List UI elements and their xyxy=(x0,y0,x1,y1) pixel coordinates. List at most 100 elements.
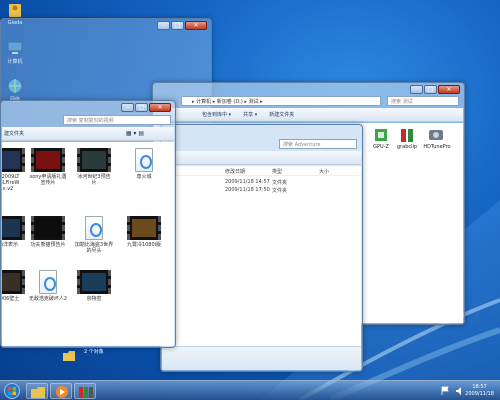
search-input[interactable]: 搜索 Adventure xyxy=(279,139,357,149)
address-text: ▸ 计算机 ▸ 新加卷 (D:) ▸ 测试 ▸ xyxy=(192,98,263,105)
list-item[interactable]: 2009/11/18 14:57 文件夹 xyxy=(162,178,361,186)
window-controls: – □ ✕ xyxy=(121,103,171,112)
close-button[interactable]: ✕ xyxy=(149,103,171,112)
app-item[interactable] xyxy=(372,127,390,145)
media-player-icon xyxy=(56,386,68,398)
video-thumbnail-icon xyxy=(31,216,65,240)
user-folder-icon xyxy=(9,4,21,17)
command-bar: 建文件夹 ▦ ▾ ▤ xyxy=(2,127,174,141)
thumbnail-item[interactable]: 尊火城 xyxy=(124,148,164,180)
thumbnail-label: sony申请版礼遇 宣传片 xyxy=(29,174,67,186)
thumbnail-item[interactable]: 无敌浩克破坏人2 xyxy=(28,270,68,302)
command-bar xyxy=(162,151,361,165)
explorer-window-front[interactable]: – □ ✕ 搜索 复制复刻的视频 建文件夹 ▦ ▾ ▤ A-2009LT 03L… xyxy=(0,100,176,348)
row-date: 2009/11/18 17:50 xyxy=(225,187,270,193)
volume-icon[interactable] xyxy=(455,386,465,396)
status-text: 2 个对象 xyxy=(84,349,104,355)
include-library-button[interactable]: 包含到库中 ▾ xyxy=(202,111,231,118)
thumbnail-item[interactable]: A-2009LT 03LFireW x.v2 xyxy=(2,148,28,192)
column-header-type[interactable]: 类型 xyxy=(272,168,319,175)
video-thumbnail-icon xyxy=(31,148,65,172)
taskbar-film-button[interactable] xyxy=(74,383,96,399)
app-item[interactable] xyxy=(425,127,447,145)
clock-time: 18:57 xyxy=(472,384,487,390)
command-bar: 包含到库中 ▾ 共享 ▾ 新建文件夹 xyxy=(154,108,463,122)
search-placeholder: 搜索 Adventure xyxy=(283,141,321,148)
thumbnail-label: 海洋表示 xyxy=(2,242,18,248)
thumbnail-item[interactable]: 功夫熊猫预告片 xyxy=(28,216,68,248)
thumbnail-label: 京特密 xyxy=(86,296,102,302)
hdtune-icon xyxy=(429,130,443,140)
address-bar[interactable]: ▸ 计算机 ▸ 新加卷 (D:) ▸ 测试 ▸ xyxy=(181,96,381,106)
video-thumbnail-icon xyxy=(77,148,111,172)
clock[interactable]: 18:57 2009/11/18 xyxy=(465,384,494,398)
app-item[interactable] xyxy=(398,127,416,145)
thumbnail-item[interactable]: sony申请版礼遇 宣传片 xyxy=(28,148,68,186)
thumbnail-item[interactable]: 3006壁士 xyxy=(2,270,28,302)
thumbnail-label: 3006壁士 xyxy=(2,296,20,302)
film-strip-icon xyxy=(79,387,93,398)
thumbnail-label: 尊火城 xyxy=(136,174,152,180)
thumbnail-label: 九霄冷1080i版 xyxy=(126,242,162,248)
share-button[interactable]: 共享 ▾ xyxy=(243,111,257,118)
thumbnail-label: 无敌浩克破坏人2 xyxy=(28,296,68,302)
row-type: 文件夹 xyxy=(272,179,288,186)
thumbnail-item[interactable]: 九霄冷1080i版 xyxy=(124,216,164,248)
grabclip-icon xyxy=(401,129,413,142)
window-controls: – □ ✕ xyxy=(157,21,207,30)
folder-icon xyxy=(63,351,75,361)
new-folder-button[interactable]: 新建文件夹 xyxy=(269,111,294,118)
search-input[interactable]: 搜索 测试 xyxy=(387,96,459,106)
gpuz-icon xyxy=(375,129,387,141)
new-folder-button[interactable]: 建文件夹 xyxy=(4,130,24,137)
thumbnail-area: A-2009LT 03LFireW x.v2 sony申请版礼遇 宣传片冰河世纪3… xyxy=(2,142,174,346)
video-thumbnail-icon xyxy=(2,148,25,172)
search-input[interactable]: 搜索 复制复刻的视频 xyxy=(63,115,171,125)
video-thumbnail-icon xyxy=(77,270,111,294)
app-label: HDTunePro xyxy=(423,144,451,150)
video-thumbnail-icon xyxy=(2,216,25,240)
media-file-icon xyxy=(135,148,153,172)
taskbar: 18:57 2009/11/18 xyxy=(0,380,500,400)
column-header-size[interactable]: 大小 xyxy=(319,168,329,175)
thumbnail-label: A-2009LT 03LFireW x.v2 xyxy=(2,174,20,192)
thumbnail-item[interactable]: 冰河世纪3预告 片 xyxy=(74,148,114,186)
maximize-button[interactable]: □ xyxy=(171,21,184,30)
thumbnail-item[interactable]: 京特密 xyxy=(74,270,114,302)
view-options-icon[interactable]: ▦ ▾ ▤ xyxy=(126,130,144,137)
column-header-date[interactable]: 修改日期 xyxy=(225,168,272,175)
taskbar-explorer-button[interactable] xyxy=(26,383,48,399)
file-list: 修改日期 类型 大小 2009/11/18 14:57 文件夹 2009/11/… xyxy=(63,166,361,370)
media-file-icon xyxy=(85,216,103,240)
search-placeholder: 搜索 测试 xyxy=(391,98,413,105)
thumbnail-label: 功夫熊猫预告片 xyxy=(30,242,66,248)
video-thumbnail-icon xyxy=(2,270,25,294)
maximize-button[interactable]: □ xyxy=(135,103,148,112)
list-item[interactable]: 2009/11/18 17:50 文件夹 xyxy=(162,186,361,194)
window-controls: – □ ✕ xyxy=(410,85,460,94)
explorer-window-mid[interactable]: 搜索 Adventure 修改日期 类型 大小 2009/11/18 14:57… xyxy=(63,124,363,372)
app-label: grabclip xyxy=(396,144,418,150)
list-header: 修改日期 类型 大小 xyxy=(162,168,361,176)
minimize-button[interactable]: – xyxy=(121,103,134,112)
details-pane xyxy=(63,346,361,370)
thumbnail-item[interactable]: 海洋表示 xyxy=(2,216,28,248)
clock-date: 2009/11/18 xyxy=(465,391,494,397)
close-button[interactable]: ✕ xyxy=(185,21,207,30)
minimize-button[interactable]: – xyxy=(157,21,170,30)
thumbnail-item[interactable]: 加勒比海盗3世界 的尽头 xyxy=(74,216,114,254)
start-orb-icon[interactable] xyxy=(4,383,20,399)
media-file-icon xyxy=(39,270,57,294)
row-date: 2009/11/18 14:57 xyxy=(225,179,270,185)
app-label: GPU-Z xyxy=(373,144,389,150)
thumbnail-label: 冰河世纪3预告 片 xyxy=(77,174,111,186)
minimize-button[interactable]: – xyxy=(410,85,423,94)
search-placeholder: 搜索 复制复刻的视频 xyxy=(67,117,114,124)
flag-icon[interactable] xyxy=(440,386,450,396)
video-thumbnail-icon xyxy=(127,216,161,240)
close-button[interactable]: ✕ xyxy=(438,85,460,94)
maximize-button[interactable]: □ xyxy=(424,85,437,94)
thumbnail-label: 加勒比海盗3世界 的尽头 xyxy=(74,242,114,254)
row-type: 文件夹 xyxy=(272,187,288,194)
taskbar-media-player-button[interactable] xyxy=(50,383,72,399)
